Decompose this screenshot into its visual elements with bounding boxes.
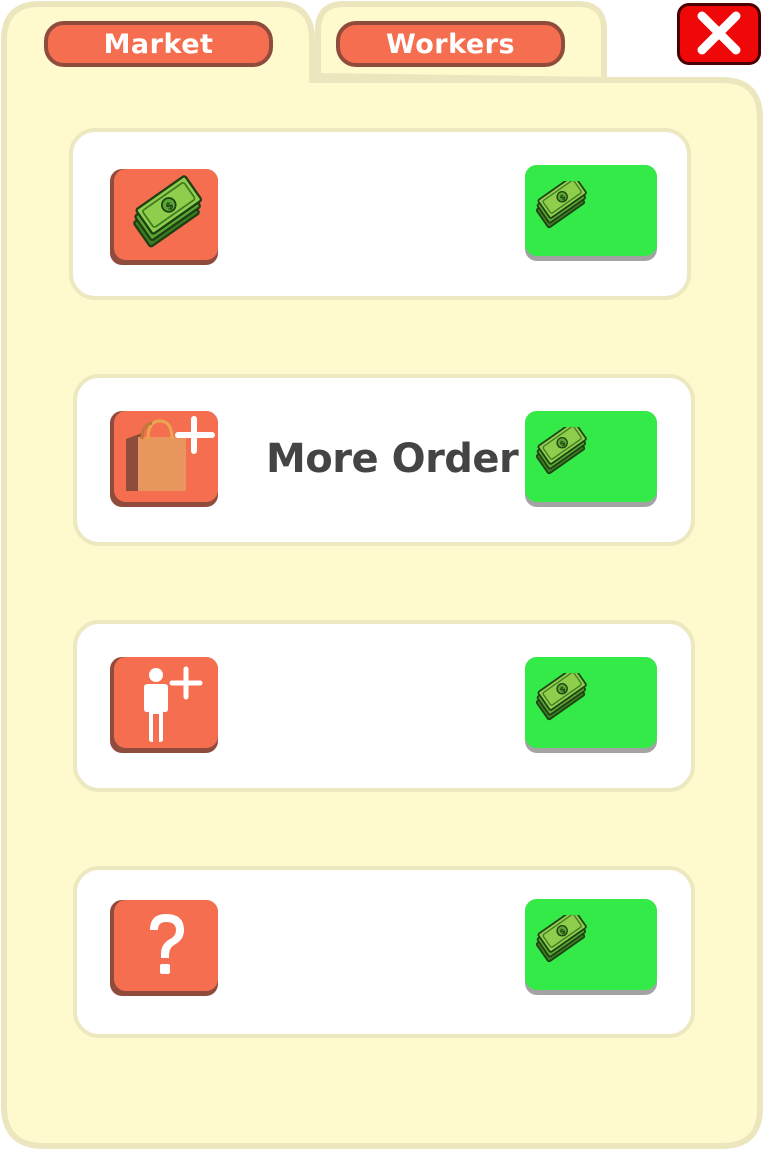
add-worker-icon [144,666,203,742]
shopping-bag-plus-icon [126,416,215,491]
money-icon [127,174,209,249]
buy-button[interactable] [525,411,657,507]
shop-item-card: More Order [73,374,695,546]
question-mark-icon [150,914,184,974]
close-button[interactable] [677,3,761,65]
item-icon-button[interactable] [110,657,218,753]
money-icon [533,915,592,963]
buy-button[interactable] [525,657,657,753]
money-icon [533,673,592,721]
buy-button[interactable] [525,165,657,261]
item-label: More Order [266,436,519,482]
money-icon [533,427,592,475]
close-icon [697,11,741,55]
tab-workers[interactable]: Workers [336,21,565,67]
item-icon-button[interactable] [110,411,218,507]
shop-item-card [73,620,695,792]
item-icon-button[interactable] [110,900,218,996]
shop-item-card [69,128,691,300]
shop-item-card [73,866,695,1038]
tab-market[interactable]: Market [44,21,273,67]
item-icon-button[interactable] [110,169,218,265]
money-icon [533,181,592,229]
buy-button[interactable] [525,899,657,995]
